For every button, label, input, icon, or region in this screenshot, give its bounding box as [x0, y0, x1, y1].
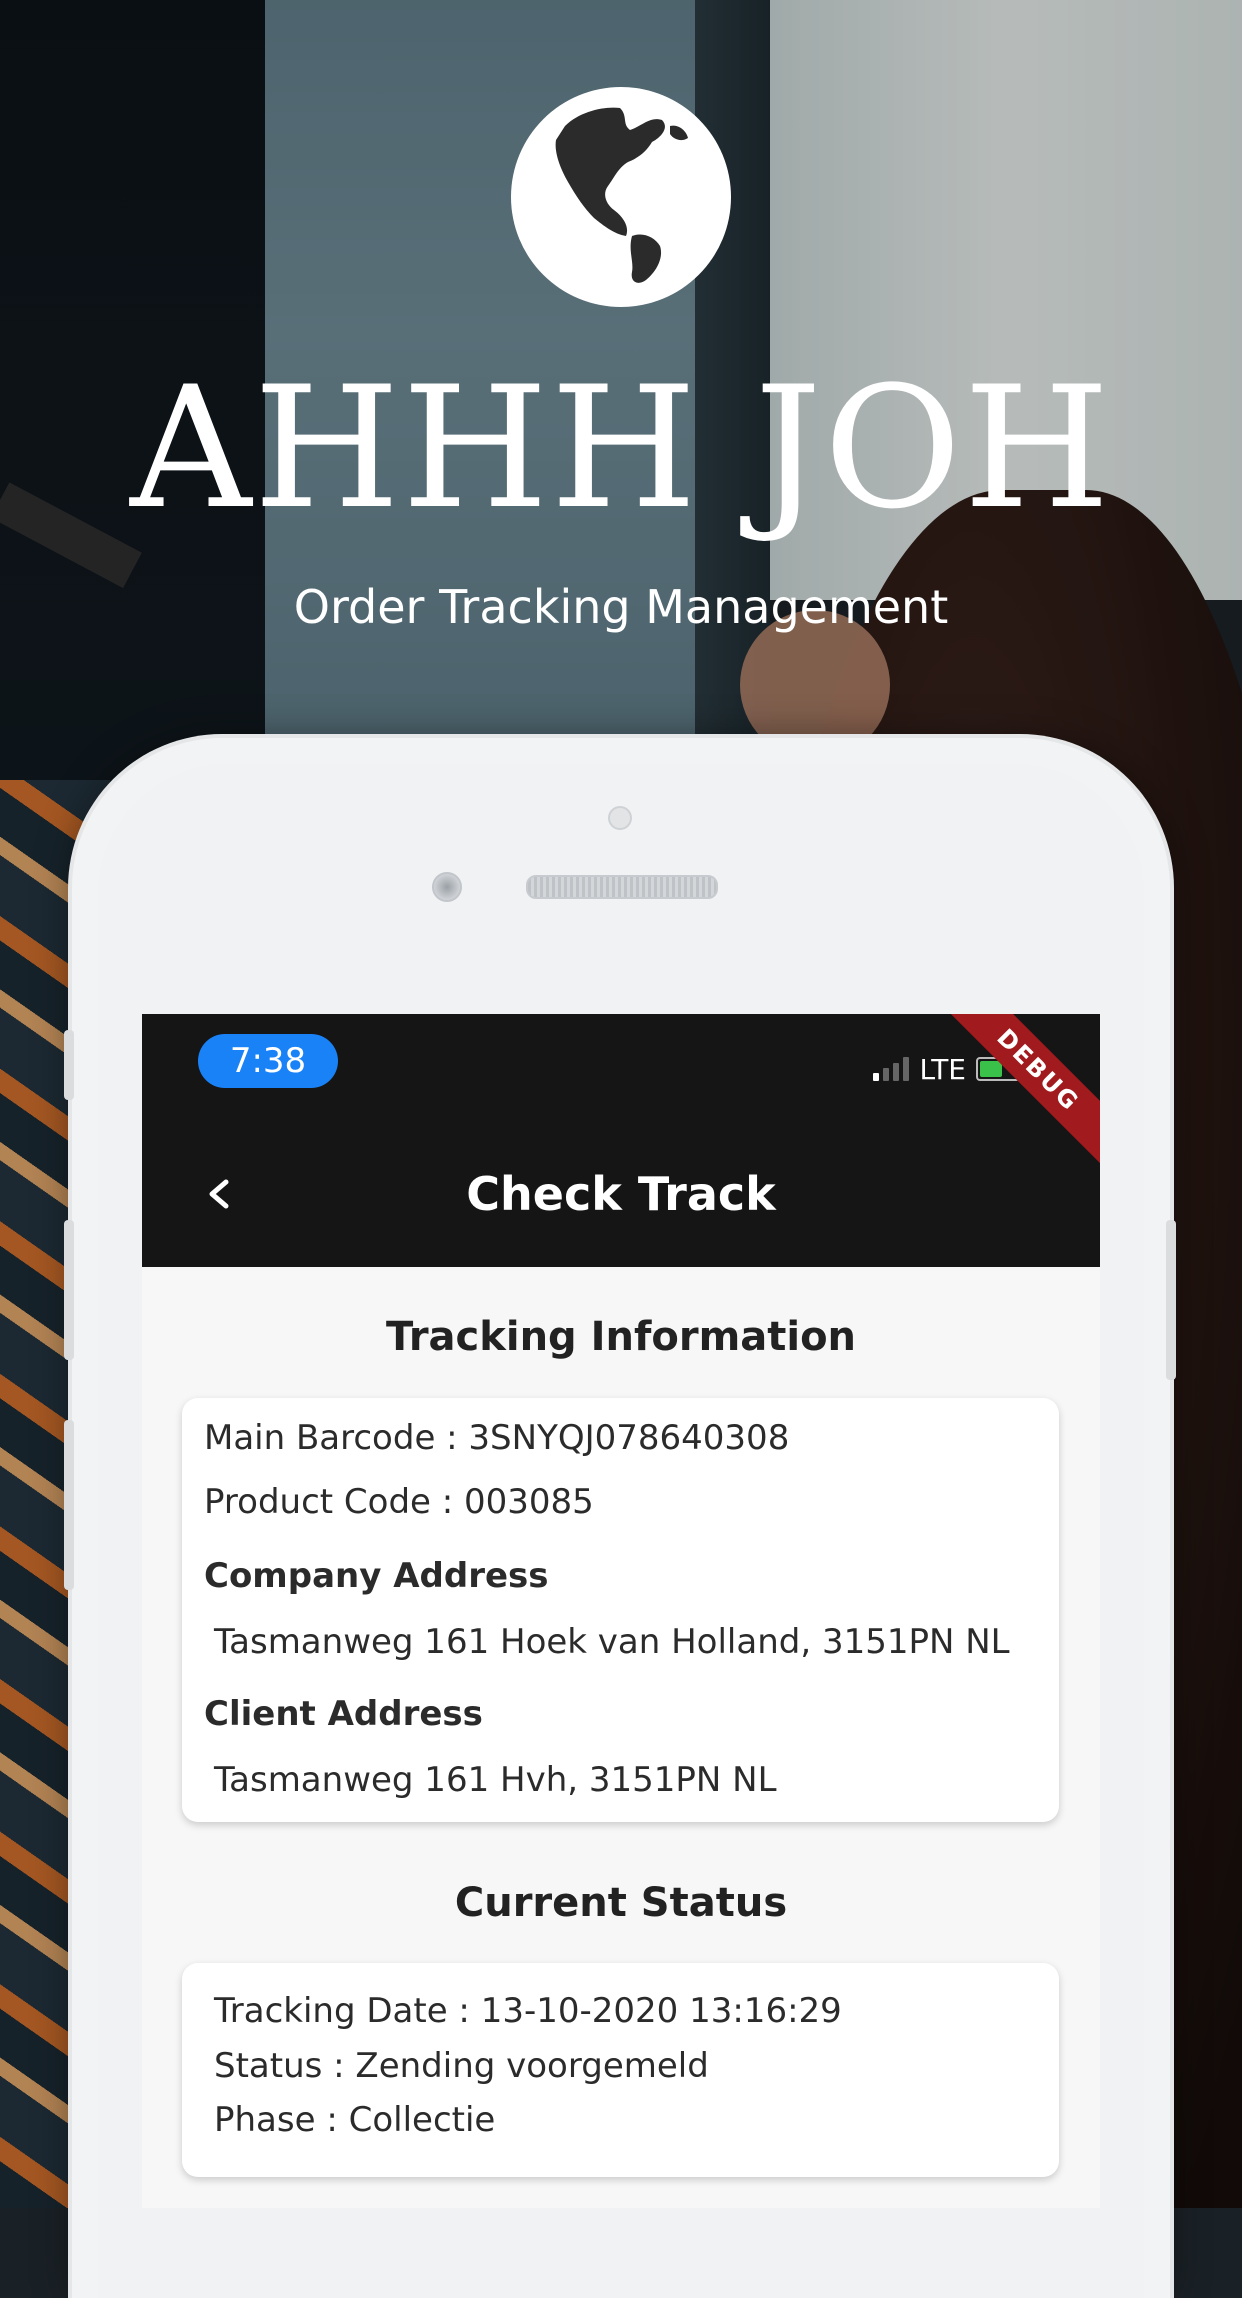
phone-side-button [64, 1030, 74, 1100]
client-address-label: Client Address [204, 1694, 483, 1734]
tracking-heading: Tracking Information [385, 1314, 857, 1360]
page-title: Check Track [466, 1167, 776, 1221]
company-address: Tasmanweg 161 Hoek van Holland, 3151PN N… [214, 1622, 1010, 1662]
company-address-label: Company Address [204, 1556, 549, 1596]
tracking-date: Tracking Date : 13-10-2020 13:16:29 [214, 1991, 842, 2031]
main-barcode: Main Barcode : 3SNYQJ078640308 [204, 1418, 790, 1458]
phone-volume-up [64, 1220, 74, 1360]
debug-banner: DEBUG [937, 1014, 1100, 1171]
status-card: Tracking Date : 13-10-2020 13:16:29 Stat… [182, 1963, 1059, 2177]
status-heading: Current Status [454, 1880, 788, 1926]
tracking-card: Main Barcode : 3SNYQJ078640308 Product C… [182, 1398, 1059, 1822]
brand-subtitle: Order Tracking Management [293, 580, 949, 634]
globe-icon [511, 87, 731, 307]
network-label: LTE [919, 1052, 966, 1086]
client-address: Tasmanweg 161 Hvh, 3151PN NL [214, 1760, 777, 1800]
phone-speaker [526, 875, 718, 899]
phone-sensor [608, 806, 632, 830]
brand-title: AHHH JOH [130, 350, 1112, 546]
phase-value: Phase : Collectie [214, 2100, 496, 2140]
signal-icon [873, 1057, 910, 1081]
app-screen: 7:38 LTE DEBUG Check Track Tracking Info… [142, 1014, 1100, 2208]
app-bar: 7:38 LTE DEBUG Check Track [142, 1014, 1100, 1267]
phone-volume-down [64, 1420, 74, 1590]
status-time: 7:38 [198, 1034, 338, 1088]
product-code: Product Code : 003085 [204, 1482, 594, 1522]
phone-power-button [1166, 1220, 1176, 1380]
status-value: Status : Zending voorgemeld [214, 2046, 709, 2086]
phone-camera [432, 872, 462, 902]
